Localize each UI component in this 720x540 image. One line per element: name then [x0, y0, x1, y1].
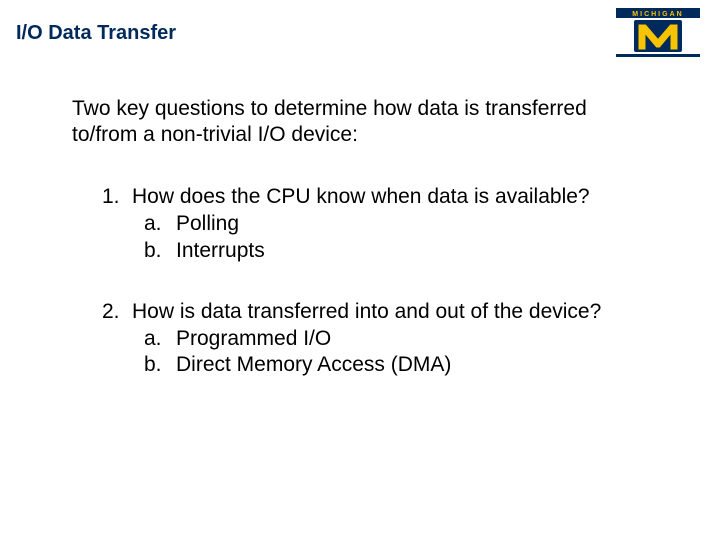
question-2: 2. How is data transferred into and out … — [102, 299, 642, 380]
sub-text: Interrupts — [176, 238, 265, 265]
sub-text: Programmed I/O — [176, 326, 331, 353]
question-number: 1. — [102, 184, 132, 211]
list-item: b. Direct Memory Access (DMA) — [144, 352, 642, 379]
question-2-subs: a. Programmed I/O b. Direct Memory Acces… — [102, 326, 642, 380]
sub-letter: b. — [144, 238, 176, 265]
list-item: b. Interrupts — [144, 238, 642, 265]
sub-letter: a. — [144, 326, 176, 353]
list-item: a. Programmed I/O — [144, 326, 642, 353]
michigan-logo: MICHIGAN — [610, 6, 706, 60]
sub-text: Polling — [176, 211, 239, 238]
question-text: How does the CPU know when data is avail… — [132, 184, 642, 211]
slide: I/O Data Transfer MICHIGAN Two key quest… — [0, 0, 720, 540]
list-item: a. Polling — [144, 211, 642, 238]
logo-text: MICHIGAN — [632, 11, 683, 18]
sub-letter: a. — [144, 211, 176, 238]
sub-text: Direct Memory Access (DMA) — [176, 352, 451, 379]
question-1: 1. How does the CPU know when data is av… — [102, 184, 642, 265]
intro-text: Two key questions to determine how data … — [72, 96, 632, 149]
question-list: 1. How does the CPU know when data is av… — [102, 184, 642, 413]
slide-title: I/O Data Transfer — [16, 22, 176, 45]
question-text: How is data transferred into and out of … — [132, 299, 642, 326]
sub-letter: b. — [144, 352, 176, 379]
question-number: 2. — [102, 299, 132, 326]
question-1-subs: a. Polling b. Interrupts — [102, 211, 642, 265]
